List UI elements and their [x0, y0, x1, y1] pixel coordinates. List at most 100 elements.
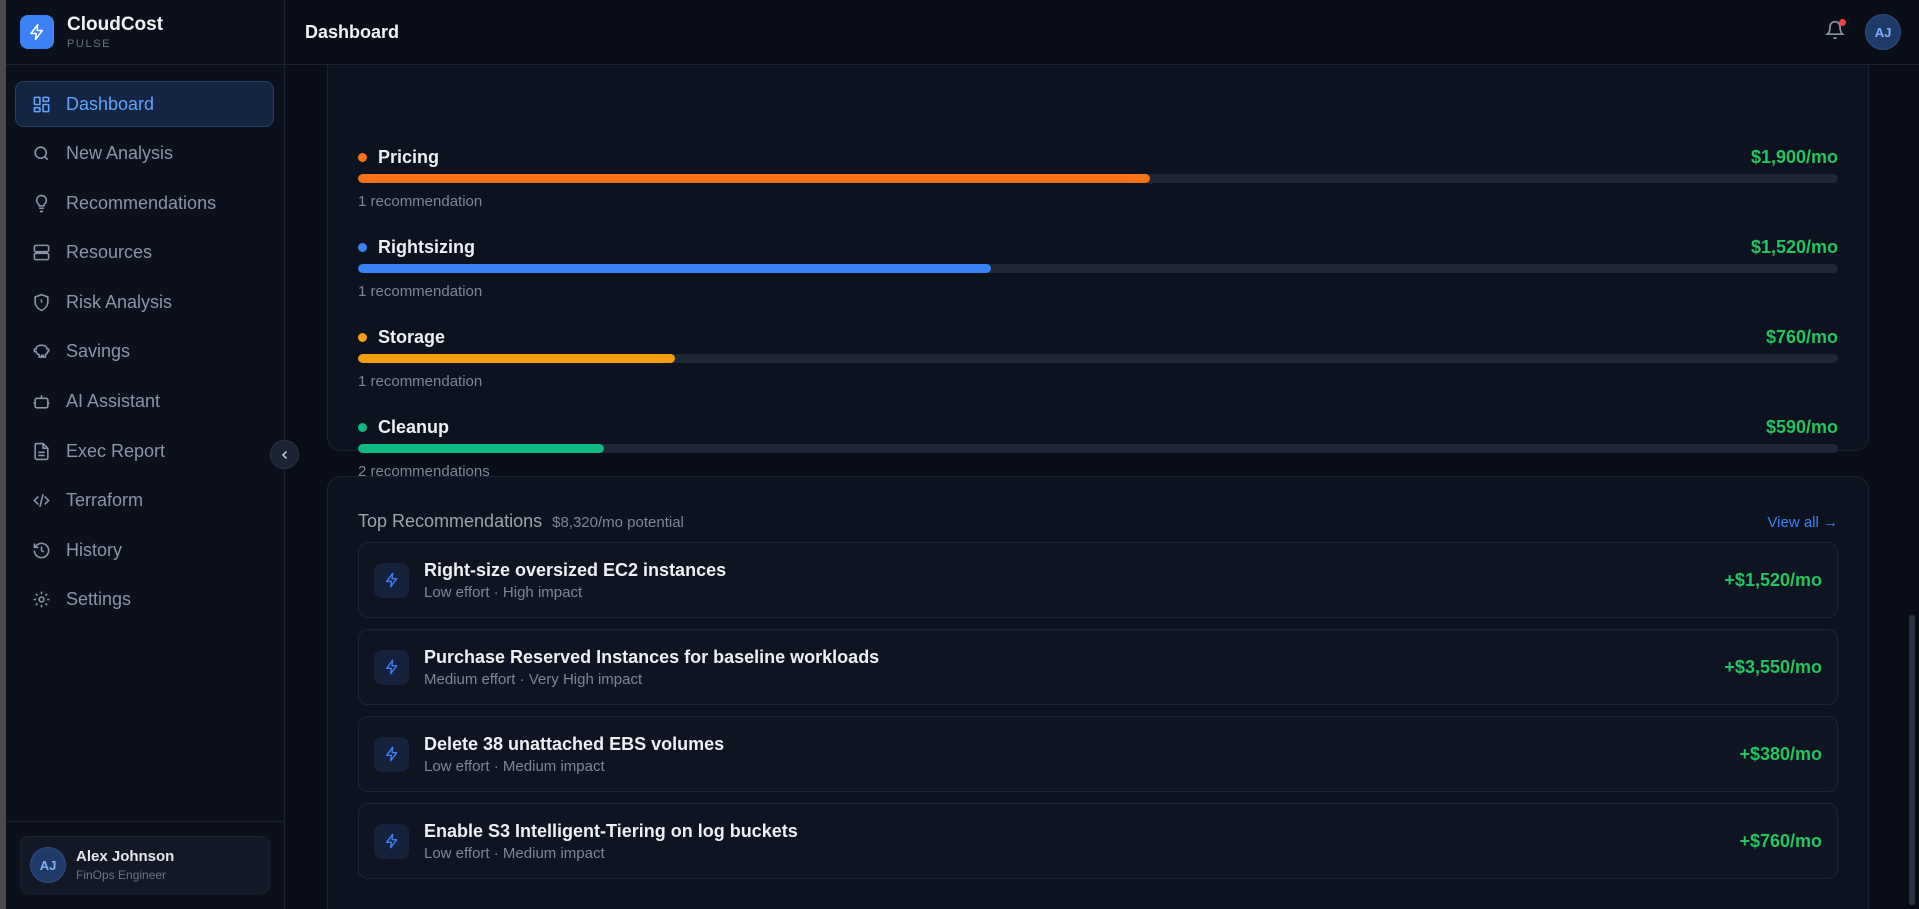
sidebar-item-label: Resources	[66, 242, 153, 263]
top-header: Dashboard AJ	[285, 0, 1919, 65]
main-scrollbar[interactable]	[1909, 615, 1915, 905]
progress-fill	[358, 354, 675, 363]
bolt-icon	[374, 649, 409, 685]
bolt-icon	[374, 562, 409, 598]
server-icon	[30, 242, 52, 264]
category-row-rightsizing: Rightsizing $1,520/mo 1 recommendation	[358, 236, 1838, 300]
robot-icon	[30, 391, 52, 413]
recommendation-title: Delete 38 unattached EBS volumes	[424, 733, 725, 754]
sidebar-item-label: Exec Report	[66, 440, 166, 461]
progress-track	[358, 444, 1838, 453]
view-all-link[interactable]: View all →	[1767, 514, 1838, 531]
shield-icon	[30, 291, 52, 313]
sidebar-item-settings[interactable]: Settings	[15, 577, 274, 623]
history-icon	[30, 539, 52, 561]
sidebar-item-label: Savings	[66, 341, 131, 362]
sidebar-item-dashboard[interactable]: Dashboard	[15, 81, 274, 127]
recommendations-potential: $8,320/mo potential	[552, 514, 684, 531]
header-avatar[interactable]: AJ	[1865, 14, 1901, 50]
category-dot	[358, 242, 367, 252]
recommendation-card[interactable]: Right-size oversized EC2 instances Low e…	[358, 542, 1838, 618]
brand-name: CloudCost	[67, 14, 164, 35]
progress-track	[358, 354, 1838, 363]
sidebar-item-label: Settings	[66, 589, 132, 610]
category-dot	[358, 422, 367, 432]
recommendations-header: Top Recommendations $8,320/mo potential …	[358, 511, 1838, 532]
document-icon	[30, 440, 52, 462]
category-row-pricing: Pricing $1,900/mo 1 recommendation	[358, 146, 1838, 210]
app-window: CloudCost PULSE Dashboard New Analysis R…	[6, 0, 1919, 909]
sidebar-item-history[interactable]: History	[15, 527, 274, 573]
recommendation-title: Purchase Reserved Instances for baseline…	[424, 646, 880, 667]
code-icon	[30, 490, 52, 512]
sidebar-item-terraform[interactable]: Terraform	[15, 478, 274, 524]
bolt-logo-icon	[20, 15, 54, 49]
sidebar-nav: Dashboard New Analysis Recommendations R…	[6, 65, 284, 623]
sidebar-item-new-analysis[interactable]: New Analysis	[15, 131, 274, 177]
recommendation-card[interactable]: Purchase Reserved Instances for baseline…	[358, 629, 1838, 705]
category-name: Pricing	[378, 146, 440, 167]
progress-fill	[358, 264, 992, 273]
recommendation-meta: Low effort · Medium impact	[424, 844, 605, 862]
user-card[interactable]: AJ Alex Johnson FinOps Engineer	[20, 836, 270, 894]
page-title: Dashboard	[305, 21, 400, 42]
category-amount: $760/mo	[1765, 326, 1838, 347]
category-amount: $1,520/mo	[1750, 236, 1838, 257]
recommendations-title: Top Recommendations	[358, 511, 543, 531]
sidebar-item-label: Terraform	[66, 490, 144, 511]
recommendation-savings: +$3,550/mo	[1724, 656, 1822, 677]
category-row-storage: Storage $760/mo 1 recommendation	[358, 326, 1838, 390]
category-count: 1 recommendation	[358, 373, 483, 390]
brand: CloudCost PULSE	[6, 0, 284, 65]
recommendation-savings: +$1,520/mo	[1724, 569, 1822, 590]
notification-dot	[1839, 19, 1846, 26]
category-amount: $590/mo	[1765, 416, 1838, 437]
category-dot	[358, 152, 367, 162]
user-role: FinOps Engineer	[76, 868, 167, 882]
recommendation-meta: Low effort · High impact	[424, 583, 583, 601]
recommendation-title: Enable S3 Intelligent-Tiering on log buc…	[424, 820, 798, 841]
sidebar-item-label: AI Assistant	[66, 391, 161, 412]
top-recommendations-panel: Top Recommendations $8,320/mo potential …	[327, 476, 1869, 909]
progress-fill	[358, 444, 604, 453]
bolt-icon	[374, 736, 409, 772]
progress-track	[358, 264, 1838, 273]
sidebar-item-savings[interactable]: Savings	[15, 329, 274, 375]
sidebar-item-label: New Analysis	[66, 143, 174, 164]
user-section: AJ Alex Johnson FinOps Engineer	[6, 821, 284, 909]
category-row-cleanup: Cleanup $590/mo 2 recommendations	[358, 416, 1838, 480]
sidebar-item-exec-report[interactable]: Exec Report	[15, 428, 274, 474]
chevron-left-icon	[281, 450, 287, 459]
notification-bell-button[interactable]	[1824, 19, 1847, 42]
progress-fill	[358, 174, 1150, 183]
lightbulb-icon	[30, 192, 52, 214]
sidebar-item-ai-assistant[interactable]: AI Assistant	[15, 379, 274, 425]
recommendation-meta: Medium effort · Very High impact	[424, 670, 643, 688]
recommendation-title: Right-size oversized EC2 instances	[424, 559, 727, 580]
sidebar-item-resources[interactable]: Resources	[15, 230, 274, 276]
search-icon	[30, 143, 52, 165]
sidebar-item-label: History	[66, 539, 123, 560]
progress-track	[358, 174, 1838, 183]
sidebar-item-risk-analysis[interactable]: Risk Analysis	[15, 279, 274, 325]
sidebar-item-label: Recommendations	[66, 192, 217, 213]
recommendation-savings: +$380/mo	[1739, 743, 1822, 764]
sidebar-item-label: Risk Analysis	[66, 291, 173, 312]
savings-by-category-panel: Pricing $1,900/mo 1 recommendation Right…	[327, 65, 1869, 480]
category-count: 1 recommendation	[358, 193, 483, 210]
dashboard-icon	[30, 93, 52, 115]
brand-subtitle: PULSE	[67, 38, 112, 50]
category-count: 1 recommendation	[358, 283, 483, 300]
sidebar-item-label: Dashboard	[66, 93, 155, 114]
gear-icon	[30, 589, 52, 611]
recommendation-card[interactable]: Enable S3 Intelligent-Tiering on log buc…	[358, 803, 1838, 879]
sidebar: CloudCost PULSE Dashboard New Analysis R…	[6, 0, 285, 909]
category-name: Rightsizing	[378, 236, 475, 257]
category-name: Cleanup	[378, 416, 450, 437]
recommendation-card[interactable]: Delete 38 unattached EBS volumes Low eff…	[358, 716, 1838, 792]
collapse-sidebar-button[interactable]	[270, 440, 299, 469]
category-amount: $1,900/mo	[1750, 146, 1838, 167]
sidebar-item-recommendations[interactable]: Recommendations	[15, 180, 274, 226]
category-name: Storage	[378, 326, 446, 347]
recommendation-meta: Low effort · Medium impact	[424, 757, 605, 775]
